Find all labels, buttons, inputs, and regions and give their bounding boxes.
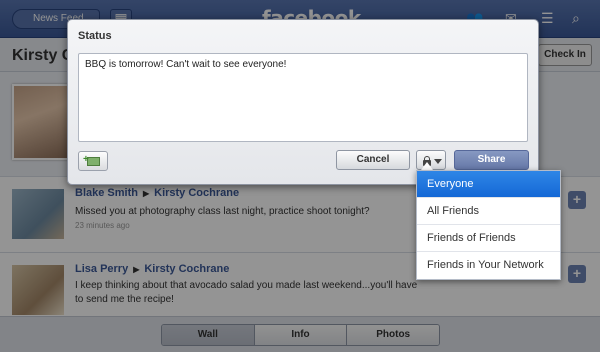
dialog-title: Status: [78, 30, 112, 42]
chevron-down-icon: [434, 159, 442, 164]
privacy-option-network[interactable]: Friends in Your Network: [417, 252, 560, 279]
share-button[interactable]: Share: [454, 150, 529, 170]
privacy-option-all-friends[interactable]: All Friends: [417, 198, 560, 225]
status-dialog: Status + Cancel Share: [67, 19, 539, 185]
status-input[interactable]: [78, 53, 528, 142]
privacy-dropdown: Everyone All Friends Friends of Friends …: [416, 170, 561, 280]
dropdown-pointer: [421, 162, 433, 170]
add-photo-button[interactable]: +: [78, 151, 108, 171]
privacy-option-everyone[interactable]: Everyone: [417, 171, 560, 198]
cancel-button[interactable]: Cancel: [336, 150, 410, 170]
plus-icon: +: [83, 154, 89, 165]
privacy-option-friends-of-friends[interactable]: Friends of Friends: [417, 225, 560, 252]
